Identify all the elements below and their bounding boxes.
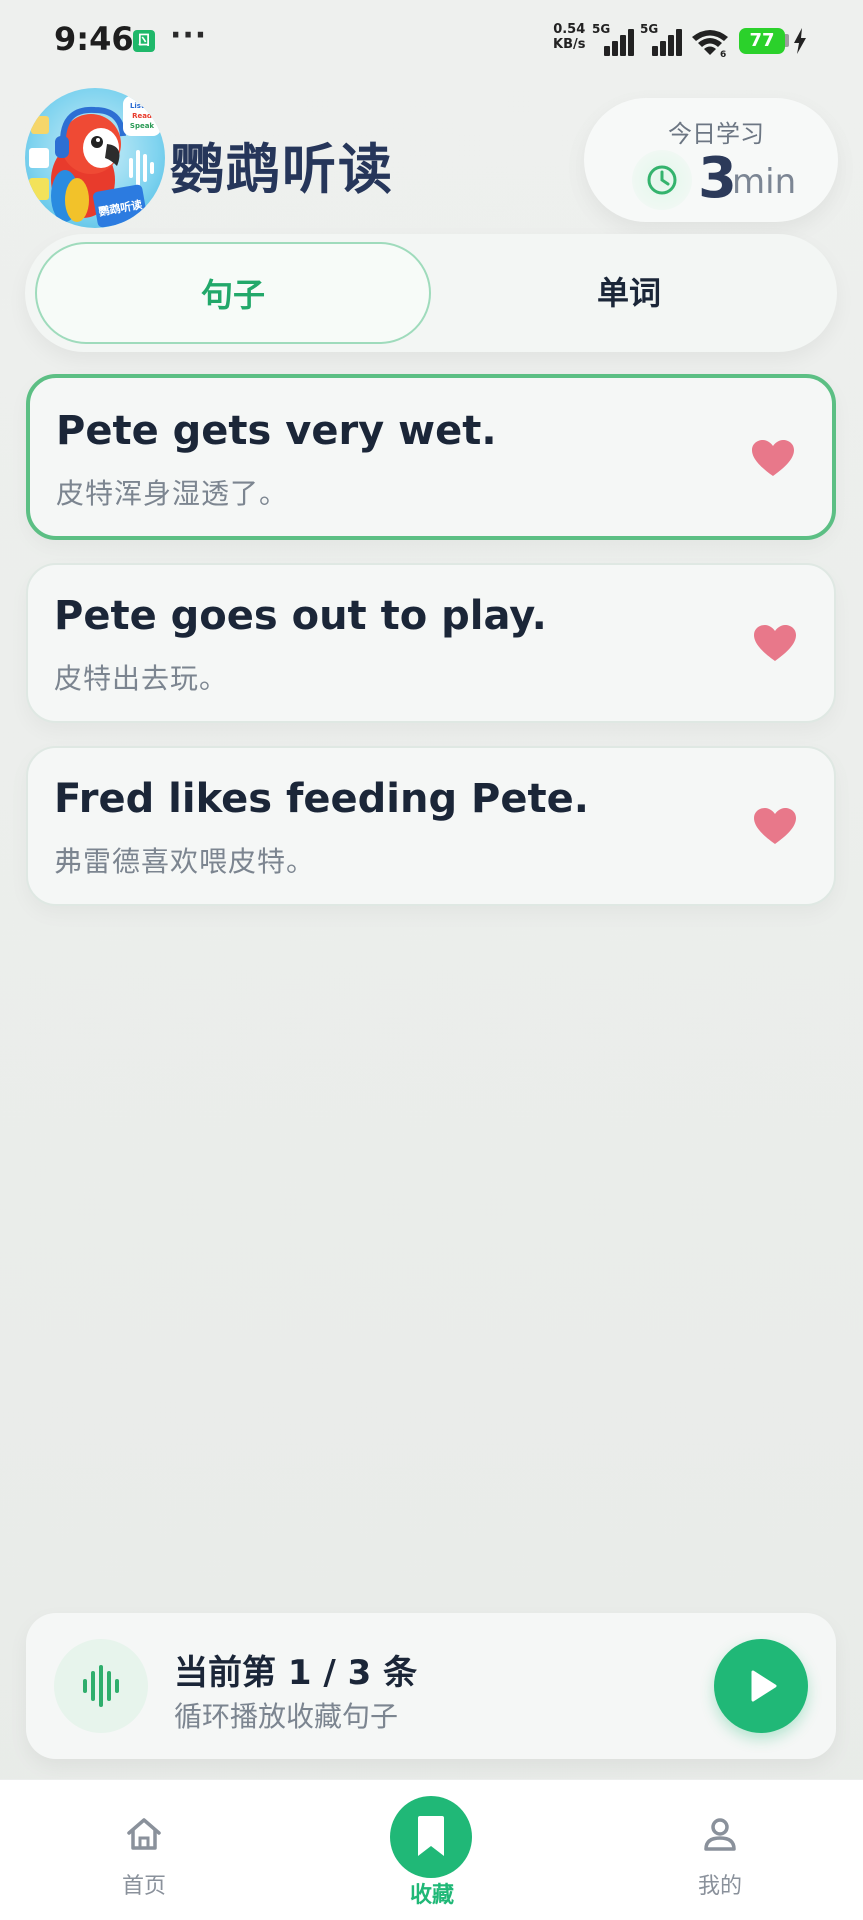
play-icon	[751, 1670, 777, 1702]
bottom-nav: 首页 收藏 我的	[0, 1779, 863, 1920]
nav-home-label: 首页	[121, 1874, 166, 1899]
today-study-card: 今日学习 3 min	[584, 98, 838, 222]
today-study-label: 今日学习	[668, 120, 764, 148]
tab-sentences[interactable]: 句子	[35, 242, 431, 344]
battery-tip	[785, 34, 789, 47]
heart-icon[interactable]	[754, 625, 796, 663]
battery-icon: 77	[739, 28, 785, 54]
sentence-card[interactable]: Pete goes out to play. 皮特出去玩。	[26, 563, 836, 723]
sentence-card[interactable]: Pete gets very wet. 皮特浑身湿透了。	[26, 374, 836, 540]
status-time: 9:46	[54, 20, 134, 58]
sentence-english: Pete goes out to play.	[54, 593, 547, 639]
clock-icon	[632, 150, 692, 210]
app-notification-icon: ㄖ	[133, 30, 155, 52]
heart-icon[interactable]	[754, 808, 796, 846]
nav-favorites[interactable]: 收藏	[332, 1780, 532, 1920]
sentence-chinese: 弗雷德喜欢喂皮特。	[54, 845, 316, 878]
segment-tabs: 句子 单词	[25, 234, 837, 352]
signal-icon-2: 5G	[640, 22, 682, 56]
signal-label-2: 5G	[640, 22, 659, 36]
tab-words[interactable]: 单词	[431, 242, 827, 344]
waveform-icon	[54, 1639, 148, 1733]
nav-favorites-label: 收藏	[409, 1883, 454, 1908]
wifi-icon: 6	[692, 30, 728, 58]
logo-text-read: Read	[132, 112, 152, 120]
network-speed: 0.54 KB/s	[553, 22, 585, 52]
player-mode: 循环播放收藏句子	[174, 1700, 399, 1733]
bookmark-icon	[390, 1796, 472, 1878]
status-bar: 9:46 ㄖ ··· 0.54 KB/s 5G 5G 6 77	[0, 0, 863, 82]
sentence-english: Fred likes feeding Pete.	[54, 776, 589, 822]
nav-profile[interactable]: 我的	[620, 1780, 820, 1920]
network-speed-unit: KB/s	[553, 37, 586, 52]
sentence-chinese: 皮特出去玩。	[54, 662, 229, 695]
logo-text-speak: Speak	[130, 122, 155, 130]
heart-icon[interactable]	[752, 440, 794, 478]
app-logo: Listen Read Speak 鹦鹉听读	[25, 88, 165, 228]
nav-profile-label: 我的	[697, 1874, 742, 1899]
app-title: 鹦鹉听读	[170, 138, 394, 201]
play-button[interactable]	[714, 1639, 808, 1733]
signal-icon: 5G	[592, 22, 634, 56]
charging-icon	[794, 28, 806, 54]
user-icon	[704, 1818, 736, 1851]
more-notifications-icon: ···	[170, 18, 208, 53]
home-icon	[127, 1818, 161, 1850]
player-position: 当前第 1 / 3 条	[174, 1653, 418, 1693]
sentence-card[interactable]: Fred likes feeding Pete. 弗雷德喜欢喂皮特。	[26, 746, 836, 906]
sentence-english: Pete gets very wet.	[56, 408, 497, 454]
wifi-sub-label: 6	[720, 50, 726, 58]
nav-home[interactable]: 首页	[44, 1780, 244, 1920]
player-bar: 当前第 1 / 3 条 循环播放收藏句子	[26, 1613, 836, 1759]
sentence-chinese: 皮特浑身湿透了。	[56, 477, 289, 510]
network-speed-value: 0.54	[553, 22, 586, 37]
logo-text-listen: Listen	[130, 102, 154, 110]
signal-label: 5G	[592, 22, 611, 36]
today-study-unit: min	[732, 162, 797, 202]
